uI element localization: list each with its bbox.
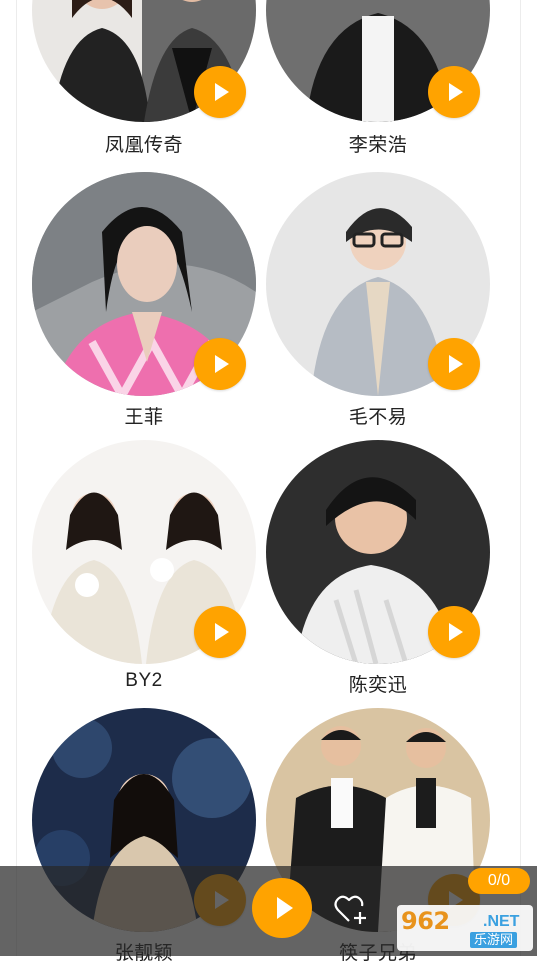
play-button[interactable] xyxy=(194,338,246,390)
watermark-logo: 962 xyxy=(401,907,450,935)
play-button[interactable] xyxy=(428,66,480,118)
watermark-suffix: .NET xyxy=(483,913,520,930)
artist-grid: 凤凰传奇 李荣浩 王菲 毛不易 BY2 陈奕迅 xyxy=(0,0,537,964)
track-counter-badge: 0/0 xyxy=(468,868,530,894)
site-watermark: 962 .NET 乐游网 xyxy=(397,905,533,951)
heart-plus-icon[interactable] xyxy=(334,893,368,925)
artist-name: BY2 xyxy=(125,670,163,691)
artist-name: 李荣浩 xyxy=(348,135,408,156)
artist-name: 毛不易 xyxy=(348,407,408,428)
player-play-button[interactable] xyxy=(252,878,312,938)
artist-name: 凤凰传奇 xyxy=(104,135,183,156)
play-button[interactable] xyxy=(194,66,246,118)
artist-name: 王菲 xyxy=(124,407,164,428)
play-button[interactable] xyxy=(194,606,246,658)
play-button[interactable] xyxy=(428,606,480,658)
watermark-subtitle: 乐游网 xyxy=(470,932,518,948)
artist-name: 陈奕迅 xyxy=(348,675,408,696)
play-button[interactable] xyxy=(428,338,480,390)
